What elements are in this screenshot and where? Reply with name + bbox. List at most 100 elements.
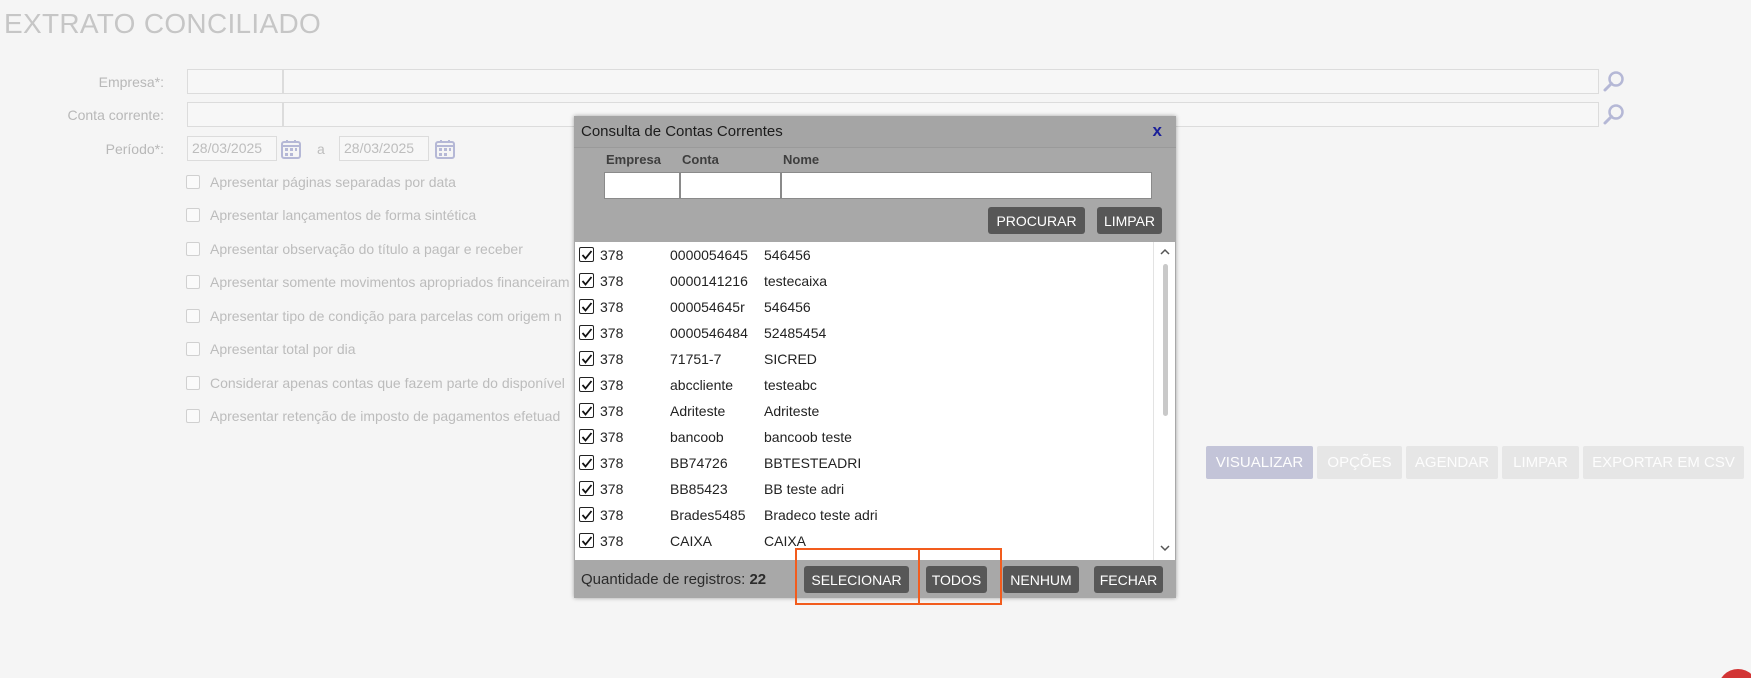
table-row[interactable]: 378 71751-7 SICRED — [575, 346, 1153, 372]
check-icon — [581, 380, 593, 390]
highlight-selecionar — [795, 548, 920, 605]
option-checkbox[interactable] — [186, 309, 200, 323]
row-checkbox[interactable] — [579, 299, 594, 314]
cell-conta: Brades5485 — [670, 507, 746, 523]
cell-nome: 52485454 — [764, 325, 827, 341]
option-checkbox[interactable] — [186, 175, 200, 189]
chevron-up-icon[interactable] — [1159, 248, 1171, 256]
opcoes-button[interactable]: OPÇÕES — [1317, 446, 1402, 479]
cell-empresa: 378 — [600, 481, 624, 497]
row-checkbox[interactable] — [579, 507, 594, 522]
option-paginas-separadas[interactable]: Apresentar páginas separadas por data — [186, 174, 456, 190]
limpar-filter-button[interactable]: LIMPAR — [1097, 207, 1162, 234]
row-checkbox[interactable] — [579, 377, 594, 392]
table-row[interactable]: 378 0000141216 testecaixa — [575, 268, 1153, 294]
search-icon[interactable] — [1602, 103, 1626, 127]
chevron-down-icon[interactable] — [1159, 544, 1171, 552]
corner-badge[interactable] — [1718, 669, 1751, 678]
cell-conta: abccliente — [670, 377, 734, 393]
calendar-icon[interactable] — [434, 138, 456, 160]
filter-empresa-input[interactable] — [604, 172, 680, 199]
cell-nome: SICRED — [764, 351, 817, 367]
close-icon[interactable]: x — [1153, 121, 1162, 141]
cell-conta: 0000141216 — [670, 273, 748, 289]
nenhum-button[interactable]: NENHUM — [1003, 566, 1079, 593]
date-from-input[interactable]: 28/03/2025 — [187, 136, 277, 161]
row-checkbox[interactable] — [579, 403, 594, 418]
cell-nome: 546456 — [764, 247, 811, 263]
procurar-button[interactable]: PROCURAR — [988, 207, 1085, 234]
limpar-button[interactable]: LIMPAR — [1502, 446, 1579, 479]
empresa-label: Empresa*: — [98, 74, 164, 90]
option-checkbox[interactable] — [186, 409, 200, 423]
row-checkbox[interactable] — [579, 325, 594, 340]
calendar-icon[interactable] — [280, 138, 302, 160]
date-separator: a — [317, 141, 325, 157]
empresa-code-input[interactable] — [187, 69, 283, 94]
option-total-por-dia[interactable]: Apresentar total por dia — [186, 341, 356, 357]
row-checkbox[interactable] — [579, 481, 594, 496]
option-contas-disponivel[interactable]: Considerar apenas contas que fazem parte… — [186, 375, 565, 391]
page-title: EXTRATO CONCILIADO — [4, 8, 322, 39]
option-observacao-titulo[interactable]: Apresentar observação do título a pagar … — [186, 241, 523, 257]
scroll-thumb[interactable] — [1163, 264, 1168, 416]
cell-empresa: 378 — [600, 403, 624, 419]
row-checkbox[interactable] — [579, 351, 594, 366]
option-checkbox[interactable] — [186, 242, 200, 256]
cell-conta: BB85423 — [670, 481, 728, 497]
exportar-csv-button[interactable]: EXPORTAR EM CSV — [1583, 446, 1744, 479]
col-header-empresa: Empresa — [606, 152, 661, 167]
row-checkbox[interactable] — [579, 273, 594, 288]
cell-empresa: 378 — [600, 533, 624, 549]
cell-nome: CAIXA — [764, 533, 807, 549]
row-checkbox[interactable] — [579, 455, 594, 470]
filter-conta-input[interactable] — [680, 172, 781, 199]
option-checkbox[interactable] — [186, 342, 200, 356]
cell-empresa: 378 — [600, 429, 624, 445]
check-icon — [581, 510, 593, 520]
option-forma-sintetica[interactable]: Apresentar lançamentos de forma sintétic… — [186, 207, 476, 223]
table-row[interactable]: 378 0000546484 52485454 — [575, 320, 1153, 346]
table-row[interactable]: 378 000054645r 546456 — [575, 294, 1153, 320]
cell-conta: CAIXA — [670, 533, 713, 549]
option-movimentos-apropriados[interactable]: Apresentar somente movimentos apropriado… — [186, 274, 570, 290]
table-row[interactable]: 378 BB74726 BBTESTEADRI — [575, 450, 1153, 476]
contas-list: 378 0000054645 546456 378 0000141216 tes… — [575, 242, 1175, 560]
option-label: Considerar apenas contas que fazem parte… — [210, 375, 565, 391]
agendar-button[interactable]: AGENDAR — [1406, 446, 1498, 479]
search-icon[interactable] — [1602, 70, 1626, 94]
cell-conta: Adriteste — [670, 403, 726, 419]
table-row[interactable]: 378 0000054645 546456 — [575, 242, 1153, 268]
list-scrollbar[interactable] — [1153, 242, 1175, 560]
option-checkbox[interactable] — [186, 376, 200, 390]
row-checkbox[interactable] — [579, 533, 594, 548]
check-icon — [581, 458, 593, 468]
check-icon — [581, 432, 593, 442]
check-icon — [581, 276, 593, 286]
cell-empresa: 378 — [600, 247, 624, 263]
option-label: Apresentar tipo de condição para parcela… — [210, 308, 562, 324]
table-row[interactable]: 378 Adriteste Adriteste — [575, 398, 1153, 424]
option-label: Apresentar total por dia — [210, 341, 356, 357]
highlight-todos — [918, 548, 1002, 605]
table-row[interactable]: 378 Brades5485 Bradeco teste adri — [575, 502, 1153, 528]
empresa-name-input[interactable] — [283, 69, 1599, 94]
option-checkbox[interactable] — [186, 275, 200, 289]
option-label: Apresentar retenção de imposto de pagame… — [210, 408, 561, 424]
option-tipo-condicao[interactable]: Apresentar tipo de condição para parcela… — [186, 308, 562, 324]
conta-code-input[interactable] — [187, 102, 283, 127]
visualizar-button[interactable]: VISUALIZAR — [1206, 446, 1313, 479]
fechar-button[interactable]: FECHAR — [1094, 566, 1163, 593]
record-count-value: 22 — [749, 571, 767, 588]
filter-nome-input[interactable] — [781, 172, 1152, 199]
option-retencao-imposto[interactable]: Apresentar retenção de imposto de pagame… — [186, 408, 560, 424]
row-checkbox[interactable] — [579, 429, 594, 444]
table-row[interactable]: 378 BB85423 BB teste adri — [575, 476, 1153, 502]
table-row[interactable]: 378 abccliente testeabc — [575, 372, 1153, 398]
row-checkbox[interactable] — [579, 247, 594, 262]
cell-conta: 0000054645 — [670, 247, 748, 263]
date-to-input[interactable]: 28/03/2025 — [339, 136, 429, 161]
option-checkbox[interactable] — [186, 208, 200, 222]
option-label: Apresentar somente movimentos apropriado… — [210, 274, 570, 290]
table-row[interactable]: 378 bancoob bancoob teste — [575, 424, 1153, 450]
